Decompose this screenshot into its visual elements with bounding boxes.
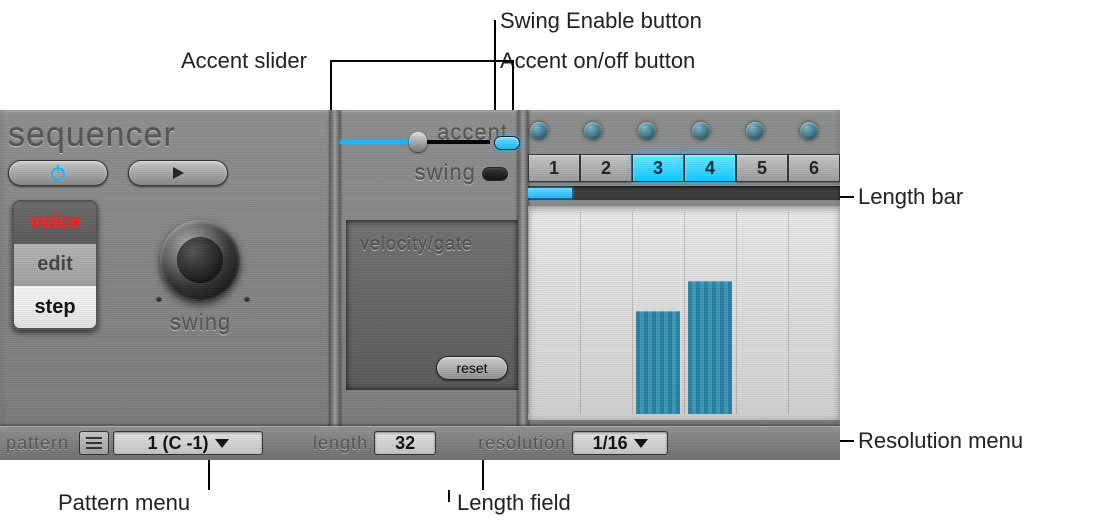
step-led-row xyxy=(530,122,818,140)
step-led-4 xyxy=(692,122,710,140)
mode-edit[interactable]: edit xyxy=(14,244,96,286)
play-button[interactable] xyxy=(128,160,228,186)
step-box-2[interactable]: 2 xyxy=(580,154,632,182)
length-bar[interactable] xyxy=(528,186,840,200)
length-label: length xyxy=(307,433,374,454)
mode-voice[interactable]: voice xyxy=(14,202,96,244)
play-icon xyxy=(170,165,186,181)
velocity-bar-step-3[interactable] xyxy=(636,311,680,414)
step-box-4[interactable]: 4 xyxy=(684,154,736,182)
reset-button[interactable]: reset xyxy=(436,356,508,380)
pattern-label: pattern xyxy=(0,433,75,454)
resolution-label: resolution xyxy=(472,433,572,454)
callout-length-field: Length field xyxy=(457,490,571,516)
resolution-value: 1/16 xyxy=(593,433,628,454)
panel-title: sequencer xyxy=(8,116,176,155)
bottom-bar: pattern 1 (C -1) length 32 resolution 1/… xyxy=(0,426,840,460)
step-led-2 xyxy=(584,122,602,140)
velocity-gate-title: velocity/gate xyxy=(360,234,473,255)
callout-swing-enable: Swing Enable button xyxy=(500,8,702,34)
swing-enable-button[interactable] xyxy=(482,167,508,181)
step-led-5 xyxy=(746,122,764,140)
power-button[interactable] xyxy=(8,160,108,186)
velocity-bar-step-4[interactable] xyxy=(688,281,732,414)
sequencer-panel: sequencer voice edit step swing accent xyxy=(0,110,840,460)
swing-knob[interactable] xyxy=(160,220,240,300)
accent-toggle-button[interactable] xyxy=(494,136,520,150)
mode-step[interactable]: step xyxy=(14,285,96,328)
velocity-display[interactable] xyxy=(528,206,840,420)
grid-icon xyxy=(86,437,102,449)
accent-slider[interactable] xyxy=(340,140,490,144)
pattern-menu[interactable]: 1 (C -1) xyxy=(113,431,263,455)
pattern-value: 1 (C -1) xyxy=(148,433,209,454)
resolution-menu[interactable]: 1/16 xyxy=(572,431,668,455)
chevron-down-icon xyxy=(215,439,229,448)
velocity-gate-panel: velocity/gate reset xyxy=(346,220,518,390)
step-box-5[interactable]: 5 xyxy=(736,154,788,182)
accent-slider-thumb[interactable] xyxy=(409,132,427,152)
callout-length-bar: Length bar xyxy=(858,184,963,210)
step-led-3 xyxy=(638,122,656,140)
callout-pattern-menu: Pattern menu xyxy=(58,490,190,516)
mode-rocker[interactable]: voice edit step xyxy=(12,200,98,330)
length-field[interactable]: 32 xyxy=(374,431,436,455)
callout-accent-slider: Accent slider xyxy=(181,48,307,74)
callout-resolution: Resolution menu xyxy=(858,428,1023,454)
swing-row-label: swing xyxy=(415,160,476,185)
step-box-6[interactable]: 6 xyxy=(788,154,840,182)
step-box-1[interactable]: 1 xyxy=(528,154,580,182)
chevron-down-icon xyxy=(634,439,648,448)
pattern-grid-button[interactable] xyxy=(79,431,109,455)
step-box-3[interactable]: 3 xyxy=(632,154,684,182)
swing-knob-label: swing xyxy=(170,310,231,336)
length-value: 32 xyxy=(395,433,415,454)
step-led-1 xyxy=(530,122,548,140)
step-led-6 xyxy=(800,122,818,140)
power-icon xyxy=(48,163,68,183)
step-number-row: 123456 xyxy=(528,154,840,182)
callout-accent-toggle: Accent on/off button xyxy=(500,48,695,74)
